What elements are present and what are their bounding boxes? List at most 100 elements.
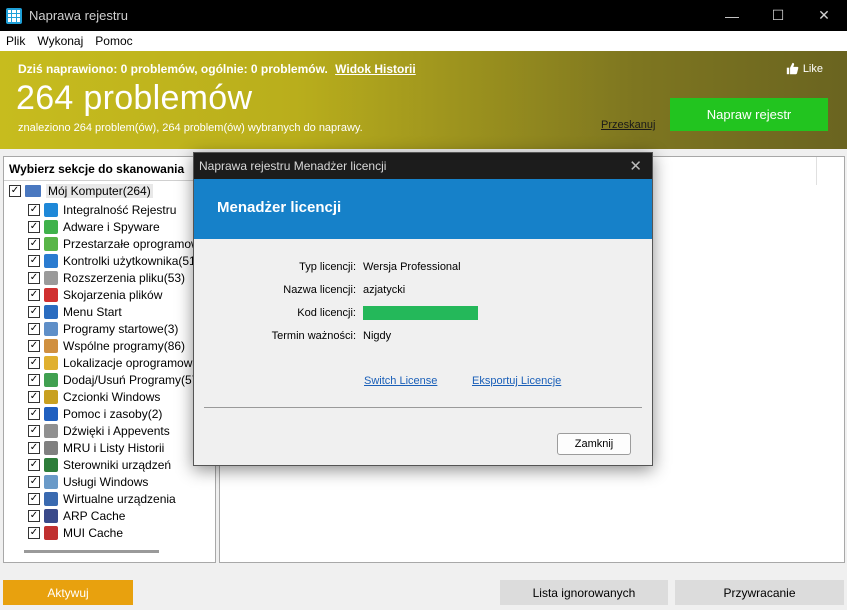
- license-name-value: azjatycki: [363, 284, 406, 296]
- expiry-row: Termin ważności: Nigdy: [271, 330, 392, 342]
- expiry-value: Nigdy: [363, 330, 392, 342]
- section-checkbox[interactable]: ✓: [28, 441, 40, 454]
- add-remove-icon: [44, 372, 58, 387]
- tree-item[interactable]: ✓ Menu Start: [28, 303, 122, 320]
- tree-item[interactable]: ✓ Integralność Rejestru: [28, 201, 176, 218]
- section-checkbox[interactable]: ✓: [28, 407, 40, 420]
- rescan-link[interactable]: Przeskanuj: [601, 119, 655, 131]
- section-checkbox[interactable]: ✓: [28, 356, 40, 369]
- tree-item-label: Pomoc i zasoby(2): [63, 406, 163, 421]
- tree-item[interactable]: ✓ MUI Cache: [28, 524, 123, 541]
- dialog-separator: [204, 407, 642, 408]
- computer-icon: [25, 185, 41, 197]
- tree-item[interactable]: ✓ Rozszerzenia pliku(53): [28, 269, 185, 286]
- tree-item[interactable]: ✓ Skojarzenia plików: [28, 286, 162, 303]
- tree-item[interactable]: ✓ MRU i Listy Historii: [28, 439, 164, 456]
- switch-license-link[interactable]: Switch License: [364, 375, 437, 387]
- tree-item[interactable]: ✓ Programy startowe(3): [28, 320, 178, 337]
- tree-item-label: Dźwięki i Appevents: [63, 423, 170, 438]
- dialog-header: Menadżer licencji: [194, 179, 652, 239]
- fix-registry-button[interactable]: Napraw rejestr: [670, 98, 828, 131]
- tree-item-label: Wirtualne urządzenia: [63, 491, 176, 506]
- restore-button[interactable]: Przywracanie: [675, 580, 844, 605]
- section-checkbox[interactable]: ✓: [28, 288, 40, 301]
- export-license-link[interactable]: Eksportuj Licencje: [472, 375, 561, 387]
- maximize-button[interactable]: ☐: [755, 0, 801, 31]
- menu-help[interactable]: Pomoc: [89, 34, 138, 48]
- horizontal-scrollbar[interactable]: [24, 550, 159, 553]
- tree-item[interactable]: ✓ Sterowniki urządzeń: [28, 456, 171, 473]
- title-bar: Naprawa rejestru — ☐ ✕: [0, 0, 847, 31]
- results-scroll-corner: [816, 157, 844, 185]
- tree-item-label: Menu Start: [63, 304, 122, 319]
- section-checkbox[interactable]: ✓: [28, 509, 40, 522]
- tree-item[interactable]: ✓ Dźwięki i Appevents: [28, 422, 170, 439]
- tree-item[interactable]: ✓ Adware i Spyware: [28, 218, 160, 235]
- root-checkbox[interactable]: ✓: [9, 185, 21, 197]
- ignore-list-button[interactable]: Lista ignorowanych: [500, 580, 668, 605]
- tree-root-my-computer[interactable]: ✓ Mój Komputer(264): [9, 184, 153, 198]
- tree-item-label: Skojarzenia plików: [63, 287, 163, 302]
- history-link[interactable]: Widok Historii: [335, 62, 416, 76]
- menu-file[interactable]: Plik: [0, 34, 31, 48]
- help-icon: [44, 406, 58, 421]
- section-checkbox[interactable]: ✓: [28, 526, 40, 539]
- tree-item[interactable]: ✓ Usługi Windows: [28, 473, 148, 490]
- tree-item-label: Dodaj/Usuń Programy(57): [63, 372, 203, 387]
- tree-item[interactable]: ✓ Czcionki Windows: [28, 388, 160, 405]
- tree-item[interactable]: ✓ ARP Cache: [28, 507, 125, 524]
- tree-item[interactable]: ✓ Przestarzałe oprogramowanie: [28, 235, 215, 252]
- menu-bar: Plik Wykonaj Pomoc: [0, 31, 847, 51]
- license-code-redacted: [363, 306, 478, 320]
- tree-item-label: Adware i Spyware: [63, 219, 160, 234]
- section-checkbox[interactable]: ✓: [28, 271, 40, 284]
- grid-blue-icon: [44, 202, 58, 217]
- dialog-close-button[interactable]: Zamknij: [557, 433, 631, 455]
- section-checkbox[interactable]: ✓: [28, 373, 40, 386]
- scan-sections-header: Wybierz sekcje do skanowania: [4, 157, 215, 181]
- footprint-icon: [44, 508, 58, 523]
- tree-item[interactable]: ✓ Wspólne programy(86): [28, 337, 185, 354]
- tree-item[interactable]: ✓ Wirtualne urządzenia: [28, 490, 176, 507]
- tree-item[interactable]: ✓ Lokalizacje oprogramowania: [28, 354, 215, 371]
- section-checkbox[interactable]: ✓: [28, 203, 40, 216]
- tree-item-label: MRU i Listy Historii: [63, 440, 165, 455]
- dialog-close-icon[interactable]: ✕: [629, 157, 642, 175]
- thumbs-up-icon: [786, 62, 799, 75]
- section-checkbox[interactable]: ✓: [28, 475, 40, 488]
- license-type-value: Wersja Professional: [363, 261, 461, 273]
- section-checkbox[interactable]: ✓: [28, 339, 40, 352]
- tree-item[interactable]: ✓ Dodaj/Usuń Programy(57): [28, 371, 202, 388]
- section-checkbox[interactable]: ✓: [28, 458, 40, 471]
- speaker-icon: [44, 423, 58, 438]
- problem-subtitle: znaleziono 264 problem(ów), 264 problem(…: [18, 122, 363, 134]
- minimize-button[interactable]: —: [709, 0, 755, 31]
- like-button[interactable]: Like: [786, 62, 823, 75]
- tree-item-label: Integralność Rejestru: [63, 202, 177, 217]
- section-checkbox[interactable]: ✓: [28, 492, 40, 505]
- license-code-row: Kod licencji:: [194, 305, 478, 321]
- file-ext-icon: [44, 270, 58, 285]
- magnifier-icon: [44, 474, 58, 489]
- font-icon: [44, 389, 58, 404]
- section-checkbox[interactable]: ✓: [28, 305, 40, 318]
- startup-window-icon: [44, 321, 58, 336]
- section-checkbox[interactable]: ✓: [28, 322, 40, 335]
- chip-icon: [44, 457, 58, 472]
- section-checkbox[interactable]: ✓: [28, 220, 40, 233]
- tree-item-label: Programy startowe(3): [63, 321, 179, 336]
- start-menu-icon: [44, 304, 58, 319]
- tree-item-label: MUI Cache: [63, 525, 124, 540]
- shield-icon: [44, 219, 58, 234]
- menu-run[interactable]: Wykonaj: [31, 34, 89, 48]
- close-window-button[interactable]: ✕: [801, 0, 847, 31]
- tree-item[interactable]: ✓ Pomoc i zasoby(2): [28, 405, 162, 422]
- section-checkbox[interactable]: ✓: [28, 390, 40, 403]
- app-grid-icon: [6, 7, 22, 24]
- section-checkbox[interactable]: ✓: [28, 424, 40, 437]
- tree-item[interactable]: ✓ Kontrolki użytkownika(51): [28, 252, 200, 269]
- section-checkbox[interactable]: ✓: [28, 254, 40, 267]
- section-checkbox[interactable]: ✓: [28, 237, 40, 250]
- license-type-row: Typ licencji: Wersja Professional: [299, 261, 461, 273]
- activate-button[interactable]: Aktywuj: [3, 580, 133, 605]
